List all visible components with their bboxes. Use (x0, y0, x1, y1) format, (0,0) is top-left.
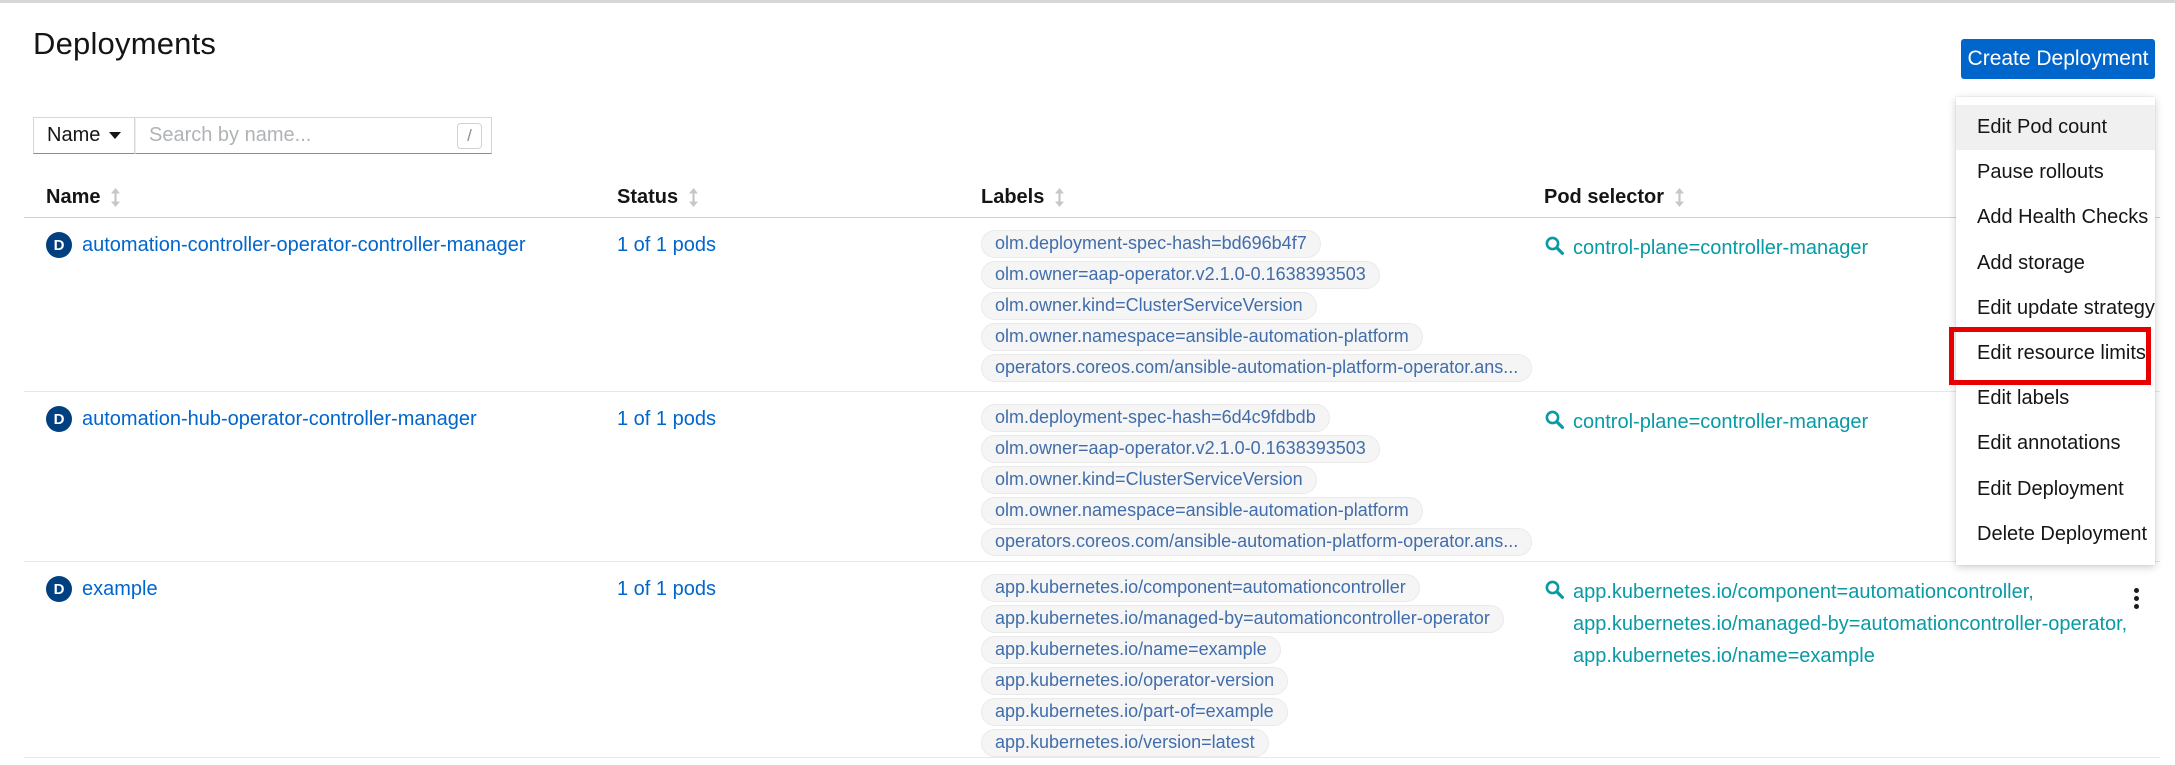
pod-selector-link[interactable]: app.kubernetes.io/name=example (1573, 640, 2127, 672)
pod-selector-link[interactable]: control-plane=controller-manager (1573, 406, 1868, 438)
label-chip[interactable]: olm.owner.namespace=ansible-automation-p… (981, 497, 1423, 525)
chevron-down-icon (109, 132, 121, 139)
menu-item-edit-annotations[interactable]: Edit annotations (1956, 421, 2155, 466)
status-cell: 1 of 1 pods (617, 576, 981, 757)
search-icon (1544, 235, 1565, 261)
column-header-labels[interactable]: Labels (981, 186, 1544, 217)
labels-cell: olm.deployment-spec-hash=bd696b4f7 olm.o… (981, 230, 1544, 391)
pod-selector-link[interactable]: app.kubernetes.io/component=automationco… (1573, 576, 2127, 608)
sort-icon[interactable] (1674, 188, 1685, 207)
column-header-name[interactable]: Name (24, 186, 617, 217)
deployment-name-cell: D automation-controller-operator-control… (24, 232, 617, 391)
deployment-name-cell: D example (24, 576, 617, 757)
row-actions-cell (2128, 576, 2160, 757)
label-chip[interactable]: olm.deployment-spec-hash=6d4c9fdbdb (981, 404, 1330, 432)
deployment-kind-badge: D (46, 576, 72, 602)
filter-type-label: Name (47, 124, 100, 147)
search-shortcut-hint: / (457, 123, 482, 149)
search-icon (1544, 579, 1565, 605)
pod-selector-link[interactable]: app.kubernetes.io/managed-by=automationc… (1573, 608, 2127, 640)
menu-item-edit-resource-limits[interactable]: Edit resource limits (1956, 331, 2155, 376)
search-input[interactable] (136, 118, 491, 153)
search-box: / (135, 117, 492, 154)
menu-item-edit-labels[interactable]: Edit labels (1956, 376, 2155, 421)
deployments-table: Name Status Labels Pod selector D automa… (24, 180, 2160, 758)
deployment-name-link[interactable]: example (82, 576, 158, 602)
menu-item-pause-rollouts[interactable]: Pause rollouts (1956, 150, 2155, 195)
label-chip[interactable]: olm.deployment-spec-hash=bd696b4f7 (981, 230, 1321, 258)
sort-icon[interactable] (688, 188, 699, 207)
deployments-page: Deployments Create Deployment Name / Nam… (0, 0, 2175, 765)
filter-type-dropdown[interactable]: Name (33, 117, 135, 154)
deployment-kind-badge: D (46, 406, 72, 432)
menu-item-add-storage[interactable]: Add storage (1956, 241, 2155, 286)
menu-item-edit-deployment[interactable]: Edit Deployment (1956, 467, 2155, 512)
label-chip[interactable]: olm.owner.namespace=ansible-automation-p… (981, 323, 1423, 351)
page-title: Deployments (33, 26, 216, 62)
deployment-name-link[interactable]: automation-controller-operator-controlle… (82, 232, 526, 258)
pods-status-link[interactable]: 1 of 1 pods (617, 408, 716, 430)
label-chip[interactable]: app.kubernetes.io/name=example (981, 636, 1281, 664)
label-chip[interactable]: operators.coreos.com/ansible-automation-… (981, 354, 1532, 382)
menu-item-add-health-checks[interactable]: Add Health Checks (1956, 195, 2155, 240)
label-chip[interactable]: app.kubernetes.io/component=automationco… (981, 574, 1420, 602)
pod-selector-link[interactable]: control-plane=controller-manager (1573, 232, 1868, 264)
label-chip[interactable]: olm.owner=aap-operator.v2.1.0-0.16383935… (981, 261, 1380, 289)
search-icon (1544, 409, 1565, 435)
pods-status-link[interactable]: 1 of 1 pods (617, 234, 716, 256)
label-chip[interactable]: app.kubernetes.io/managed-by=automationc… (981, 605, 1504, 633)
label-chip[interactable]: app.kubernetes.io/version=latest (981, 729, 1269, 757)
labels-cell: olm.deployment-spec-hash=6d4c9fdbdb olm.… (981, 404, 1544, 561)
create-deployment-button[interactable]: Create Deployment (1961, 39, 2155, 79)
table-row: D automation-hub-operator-controller-man… (24, 392, 2160, 562)
table-row: D example 1 of 1 pods app.kubernetes.io/… (24, 562, 2160, 758)
kebab-menu-icon[interactable] (2130, 584, 2143, 757)
menu-item-delete-deployment[interactable]: Delete Deployment (1956, 512, 2155, 557)
top-divider (0, 0, 2175, 3)
label-chip[interactable]: app.kubernetes.io/operator-version (981, 667, 1288, 695)
row-actions-dropdown-menu: Edit Pod count Pause rollouts Add Health… (1956, 97, 2155, 565)
status-cell: 1 of 1 pods (617, 406, 981, 561)
table-row: D automation-controller-operator-control… (24, 218, 2160, 392)
label-chip[interactable]: olm.owner.kind=ClusterServiceVersion (981, 466, 1317, 494)
menu-item-edit-update-strategy[interactable]: Edit update strategy (1956, 286, 2155, 331)
labels-cell: app.kubernetes.io/component=automationco… (981, 574, 1544, 757)
label-chip[interactable]: olm.owner.kind=ClusterServiceVersion (981, 292, 1317, 320)
deployment-name-cell: D automation-hub-operator-controller-man… (24, 406, 617, 561)
label-chip[interactable]: olm.owner=aap-operator.v2.1.0-0.16383935… (981, 435, 1380, 463)
deployment-name-link[interactable]: automation-hub-operator-controller-manag… (82, 406, 477, 432)
label-chip[interactable]: operators.coreos.com/ansible-automation-… (981, 528, 1532, 556)
sort-icon[interactable] (1054, 188, 1065, 207)
column-header-status[interactable]: Status (617, 186, 981, 217)
pod-selector-cell: app.kubernetes.io/component=automationco… (1544, 576, 2128, 757)
filter-toolbar: Name / (33, 117, 492, 154)
sort-icon[interactable] (110, 188, 121, 207)
table-header-row: Name Status Labels Pod selector (24, 180, 2160, 218)
status-cell: 1 of 1 pods (617, 232, 981, 391)
deployment-kind-badge: D (46, 232, 72, 258)
menu-item-edit-pod-count[interactable]: Edit Pod count (1956, 105, 2155, 150)
label-chip[interactable]: app.kubernetes.io/part-of=example (981, 698, 1288, 726)
pods-status-link[interactable]: 1 of 1 pods (617, 578, 716, 600)
